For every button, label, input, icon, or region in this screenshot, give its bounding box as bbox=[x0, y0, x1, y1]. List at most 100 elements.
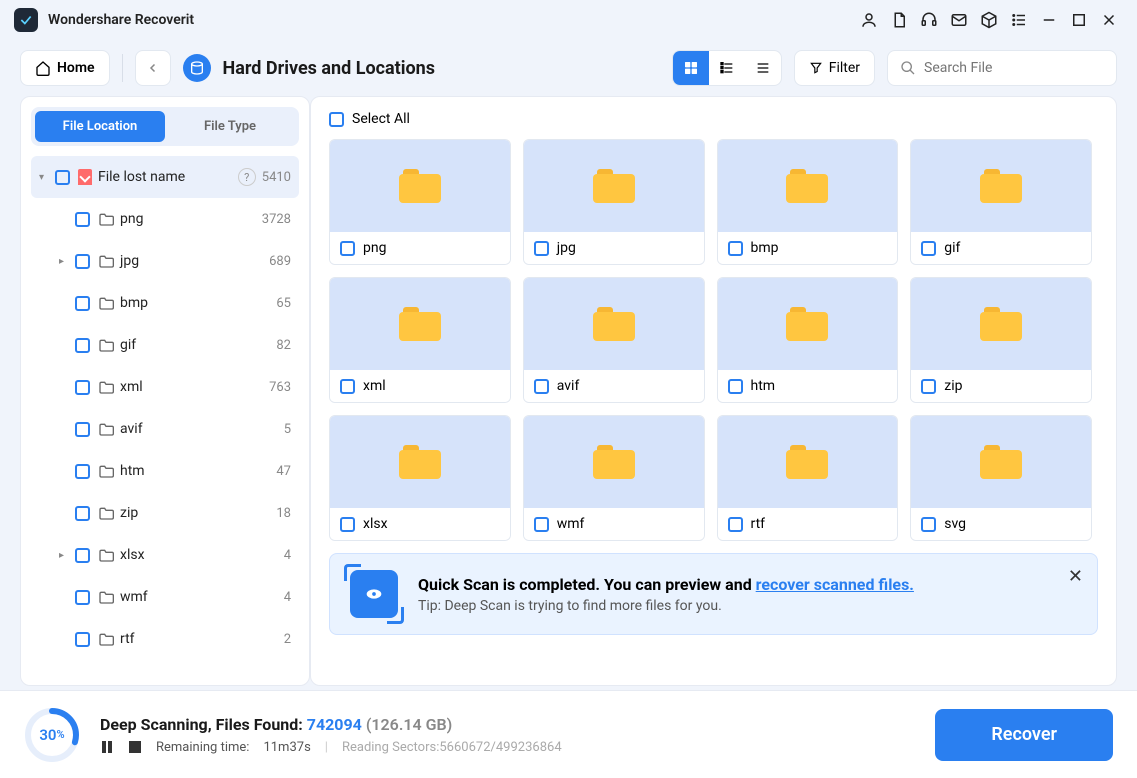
tree-item-xlsx[interactable]: ▸xlsx4 bbox=[31, 534, 299, 576]
headset-icon[interactable] bbox=[915, 6, 943, 34]
tree-item-label: jpg bbox=[120, 253, 269, 269]
tree-item-label: png bbox=[120, 211, 262, 227]
folder-card-bmp[interactable]: bmp bbox=[717, 139, 899, 265]
back-button[interactable] bbox=[135, 50, 171, 86]
filter-label: Filter bbox=[829, 60, 860, 76]
checkbox[interactable] bbox=[75, 632, 90, 647]
tree-item-bmp[interactable]: bmp65 bbox=[31, 282, 299, 324]
cube-icon[interactable] bbox=[975, 6, 1003, 34]
folder-card-xlsx[interactable]: xlsx bbox=[329, 415, 511, 541]
folder-card-label: xml bbox=[363, 378, 386, 394]
checkbox[interactable] bbox=[75, 590, 90, 605]
mail-icon[interactable] bbox=[945, 6, 973, 34]
checkbox[interactable] bbox=[75, 254, 90, 269]
recover-files-link[interactable]: recover scanned files. bbox=[756, 575, 914, 594]
home-button[interactable]: Home bbox=[20, 50, 110, 86]
checkbox[interactable] bbox=[75, 212, 90, 227]
tab-file-location[interactable]: File Location bbox=[35, 111, 165, 142]
tree-item-wmf[interactable]: wmf4 bbox=[31, 576, 299, 618]
tree-item-png[interactable]: png3728 bbox=[31, 198, 299, 240]
collapse-icon[interactable]: ▾ bbox=[39, 172, 51, 183]
select-all-label: Select All bbox=[352, 111, 410, 127]
pause-button[interactable] bbox=[100, 740, 114, 754]
checkbox[interactable] bbox=[340, 517, 355, 532]
folder-icon bbox=[980, 445, 1022, 479]
folder-card-xml[interactable]: xml bbox=[329, 277, 511, 403]
checkbox[interactable] bbox=[728, 517, 743, 532]
recover-button[interactable]: Recover bbox=[935, 709, 1113, 761]
grid-view-button[interactable] bbox=[673, 51, 709, 85]
tree-item-label: zip bbox=[120, 505, 276, 521]
checkbox[interactable] bbox=[55, 170, 70, 185]
document-icon[interactable] bbox=[885, 6, 913, 34]
checkbox[interactable] bbox=[75, 422, 90, 437]
stop-button[interactable] bbox=[128, 740, 142, 754]
checkbox[interactable] bbox=[75, 464, 90, 479]
folder-card-zip[interactable]: zip bbox=[910, 277, 1092, 403]
checkbox[interactable] bbox=[728, 379, 743, 394]
folder-card-htm[interactable]: htm bbox=[717, 277, 899, 403]
folder-icon bbox=[98, 380, 114, 394]
folder-icon bbox=[980, 169, 1022, 203]
checkbox[interactable] bbox=[921, 379, 936, 394]
checkbox[interactable] bbox=[75, 296, 90, 311]
folder-card-rtf[interactable]: rtf bbox=[717, 415, 899, 541]
tree-item-jpg[interactable]: ▸jpg689 bbox=[31, 240, 299, 282]
checkbox[interactable] bbox=[921, 517, 936, 532]
tree-item-label: bmp bbox=[120, 295, 276, 311]
tree-item-avif[interactable]: avif5 bbox=[31, 408, 299, 450]
folder-card-svg[interactable]: svg bbox=[910, 415, 1092, 541]
search-box[interactable] bbox=[887, 50, 1117, 86]
folder-card-png[interactable]: png bbox=[329, 139, 511, 265]
folder-icon bbox=[98, 338, 114, 352]
help-icon[interactable]: ? bbox=[238, 168, 256, 186]
close-icon[interactable] bbox=[1095, 6, 1123, 34]
tab-file-type[interactable]: File Type bbox=[165, 111, 295, 142]
folder-card-avif[interactable]: avif bbox=[523, 277, 705, 403]
checkbox[interactable] bbox=[75, 548, 90, 563]
checkbox[interactable] bbox=[75, 338, 90, 353]
tree-item-label: htm bbox=[120, 463, 276, 479]
folder-card-gif[interactable]: gif bbox=[910, 139, 1092, 265]
checkbox[interactable] bbox=[340, 241, 355, 256]
tree-root[interactable]: ▾ File lost name ? 5410 bbox=[31, 156, 299, 198]
checkbox[interactable] bbox=[728, 241, 743, 256]
folder-icon bbox=[399, 307, 441, 341]
checkbox[interactable] bbox=[534, 517, 549, 532]
tree-item-xml[interactable]: xml763 bbox=[31, 366, 299, 408]
maximize-icon[interactable] bbox=[1065, 6, 1093, 34]
folder-icon bbox=[98, 422, 114, 436]
tree-root-count: 5410 bbox=[262, 170, 291, 185]
select-all-row[interactable]: Select All bbox=[329, 111, 1098, 127]
folder-thumb bbox=[524, 278, 704, 370]
notification-close-icon[interactable]: ✕ bbox=[1068, 566, 1083, 587]
list-icon[interactable] bbox=[1005, 6, 1033, 34]
folder-card-label: wmf bbox=[557, 516, 585, 532]
checkbox[interactable] bbox=[921, 241, 936, 256]
search-input[interactable] bbox=[924, 60, 1104, 76]
filter-button[interactable]: Filter bbox=[794, 50, 875, 86]
tree-item-rtf[interactable]: rtf2 bbox=[31, 618, 299, 660]
checkbox[interactable] bbox=[75, 506, 90, 521]
checkbox[interactable] bbox=[534, 241, 549, 256]
expand-icon[interactable]: ▸ bbox=[59, 256, 71, 267]
list-view-button[interactable] bbox=[709, 51, 745, 85]
checkbox[interactable] bbox=[340, 379, 355, 394]
checkbox[interactable] bbox=[329, 112, 344, 127]
content-pane: Select All pngjpgbmpgif xml avifhtmzip xlsx… bbox=[310, 96, 1117, 686]
account-icon[interactable] bbox=[855, 6, 883, 34]
folder-icon bbox=[98, 548, 114, 562]
compact-view-button[interactable] bbox=[745, 51, 781, 85]
folder-card-wmf[interactable]: wmf bbox=[523, 415, 705, 541]
separator bbox=[122, 54, 123, 82]
minimize-icon[interactable] bbox=[1035, 6, 1063, 34]
chevron-left-icon bbox=[147, 62, 159, 74]
remaining-value: 11m37s bbox=[263, 740, 310, 755]
checkbox[interactable] bbox=[75, 380, 90, 395]
folder-card-jpg[interactable]: jpg bbox=[523, 139, 705, 265]
tree-item-zip[interactable]: zip18 bbox=[31, 492, 299, 534]
tree-item-htm[interactable]: htm47 bbox=[31, 450, 299, 492]
checkbox[interactable] bbox=[534, 379, 549, 394]
tree-item-gif[interactable]: gif82 bbox=[31, 324, 299, 366]
expand-icon[interactable]: ▸ bbox=[59, 550, 71, 561]
